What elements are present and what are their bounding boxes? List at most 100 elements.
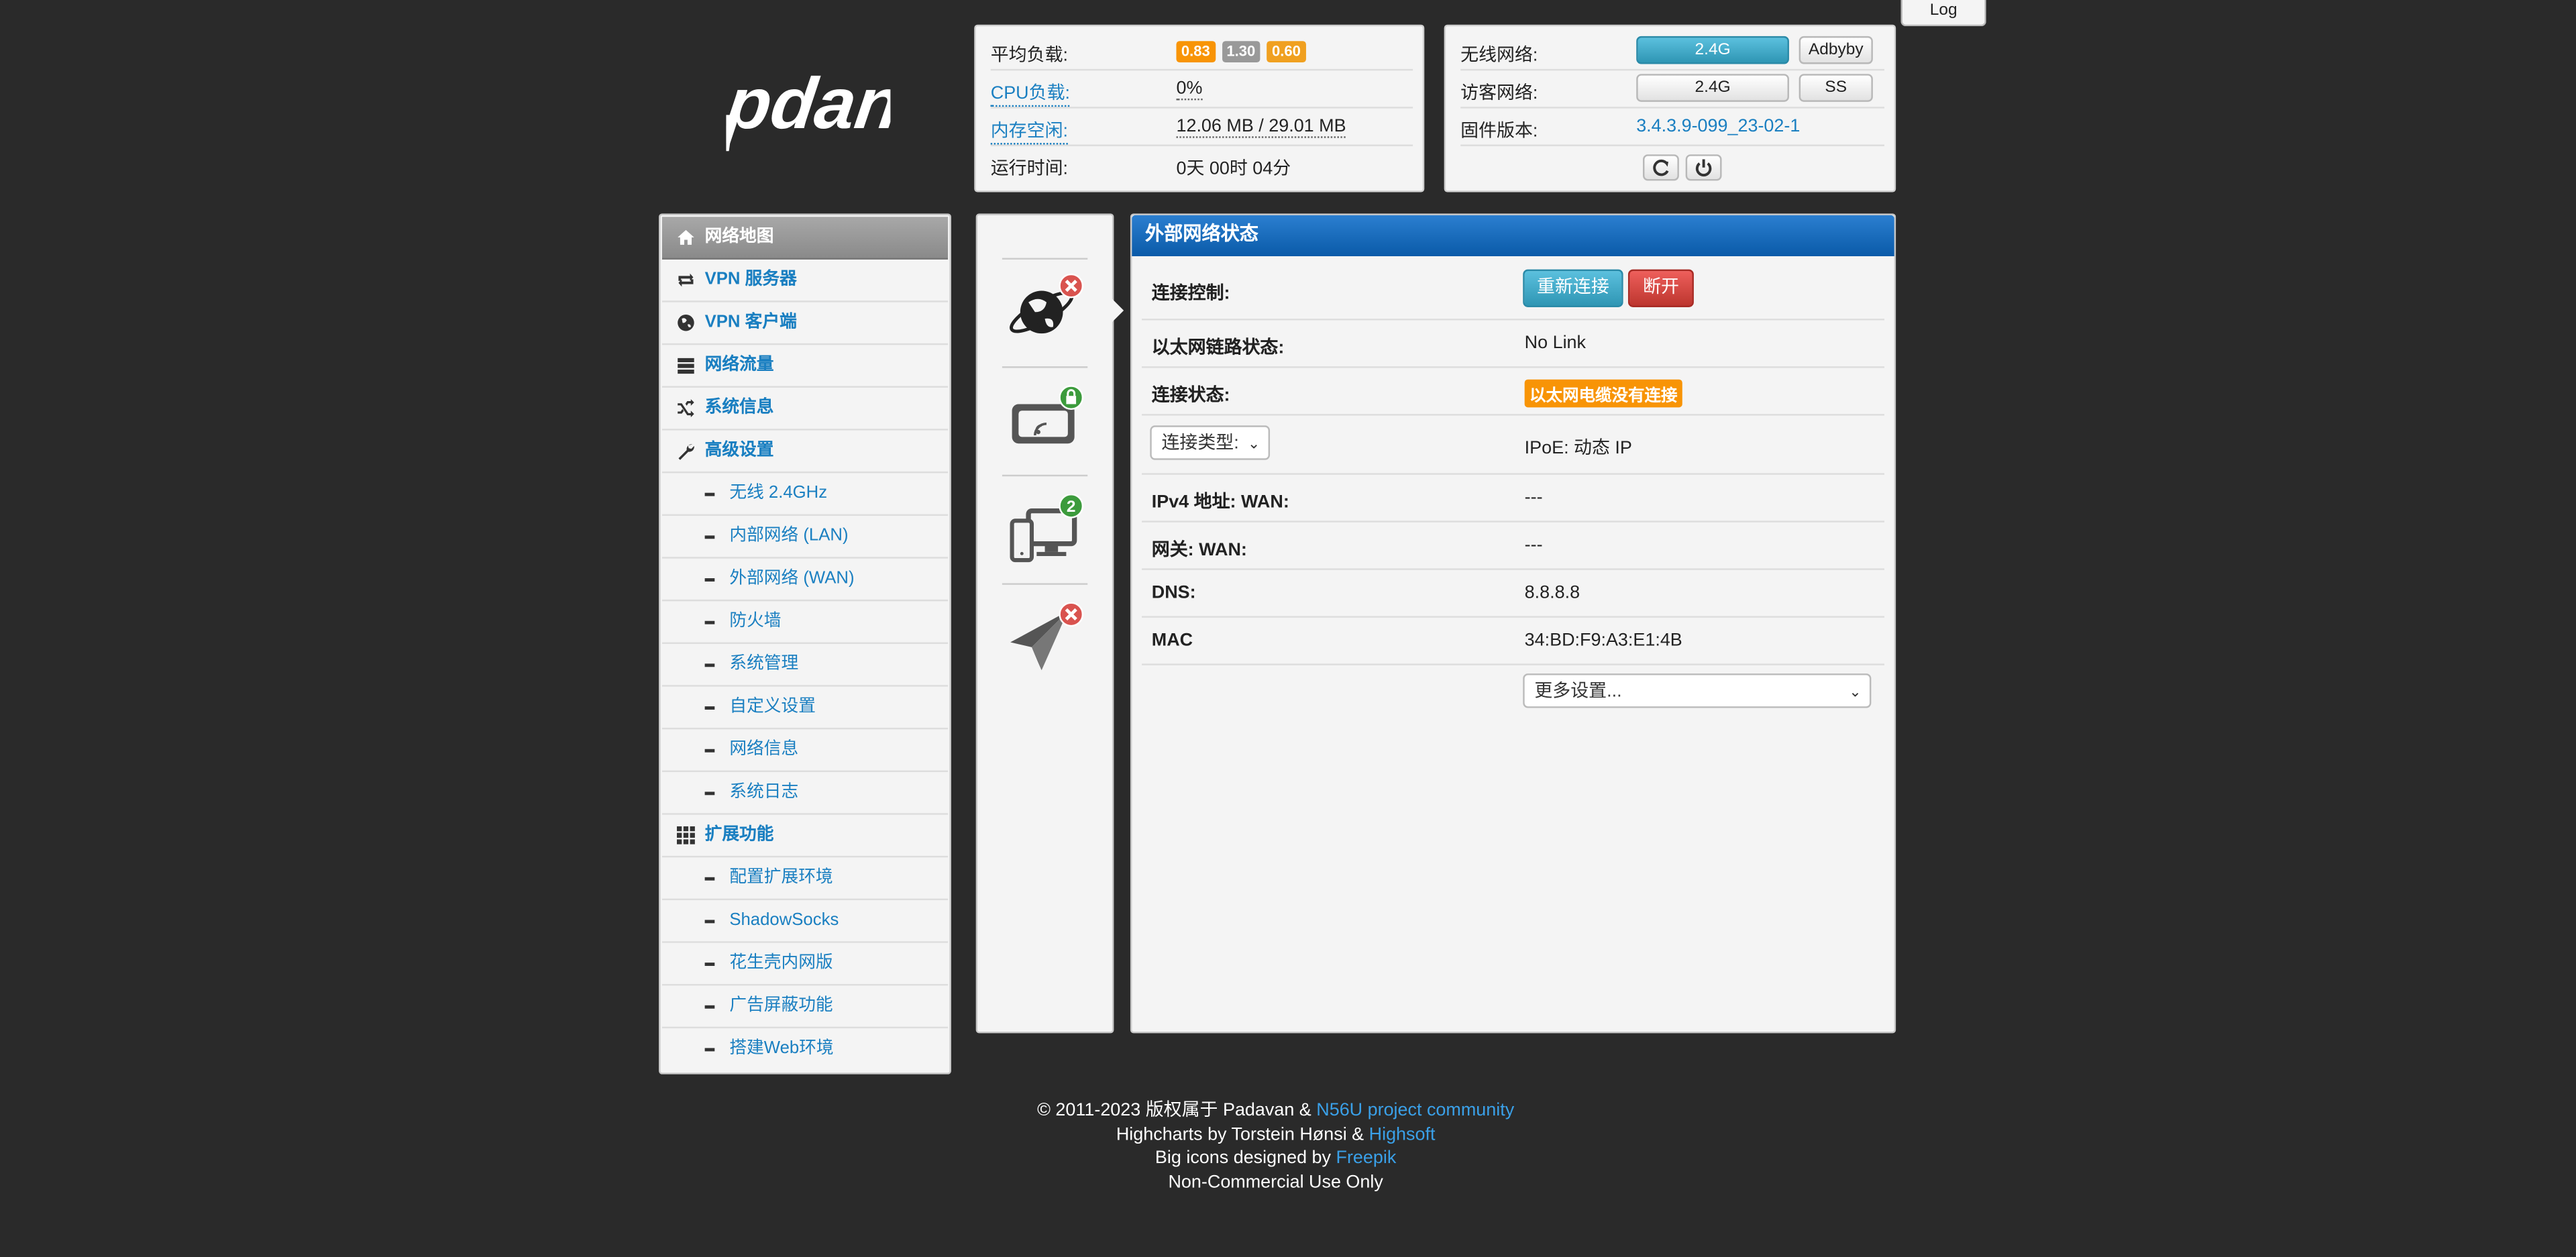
sidebar-nav: 网络地图 VPN 服务器 VPN 客户端 网络流量 系统信息 高级设置 无线 2… — [659, 213, 951, 1075]
uptime-row: 运行时间: 0天 00时 04分 — [991, 146, 1413, 182]
mac-row: MAC 34:BD:F9:A3:E1:4B — [1142, 618, 1885, 665]
error-badge-icon — [1059, 273, 1084, 298]
refresh-button[interactable] — [1643, 154, 1679, 181]
log-button[interactable]: Log — [1900, 0, 1986, 27]
memory-label[interactable]: 内存空闲: — [990, 117, 1069, 145]
dash-icon — [704, 578, 715, 582]
icons-credit-line: Big icons designed by Freepik — [659, 1147, 1892, 1171]
firmware-version-link[interactable]: 3.4.3.9-099_23-02-1 — [1636, 117, 1800, 136]
mac-value: 34:BD:F9:A3:E1:4B — [1524, 631, 1682, 651]
sidebar-subitem-label: 配置扩展环境 — [729, 867, 833, 887]
sidebar-subitem-custom[interactable]: 自定义设置 — [661, 687, 949, 730]
load-15min-badge: 0.60 — [1267, 41, 1306, 63]
sidebar-subitem-syslog[interactable]: 系统日志 — [661, 772, 949, 815]
chevron-down-icon: ⌄ — [1247, 435, 1260, 452]
guest-24g-button[interactable]: 2.4G — [1636, 74, 1789, 102]
link-value: No Link — [1524, 333, 1587, 353]
sidebar-item-vpn-client[interactable]: VPN 客户端 — [661, 303, 949, 345]
dash-icon — [704, 706, 715, 710]
sidebar-subitem-wireless[interactable]: 无线 2.4GHz — [661, 473, 949, 516]
highcharts-text: Highcharts by Torstein Hønsi & — [1116, 1124, 1369, 1145]
sidebar-subitem-label: 外部网络 (WAN) — [729, 568, 855, 588]
lock-badge-icon — [1059, 385, 1084, 411]
cpu-value[interactable]: 0% — [1176, 79, 1203, 101]
dash-icon — [704, 492, 715, 496]
divider — [1002, 258, 1088, 260]
connection-type-select[interactable]: 连接类型: ⌄ — [1150, 425, 1271, 460]
clients-status-icon[interactable]: 2 — [1006, 494, 1085, 573]
ss-button[interactable]: SS — [1799, 74, 1873, 102]
connection-type-value: IPoE: 动态 IP — [1524, 438, 1632, 459]
more-settings-select[interactable]: 更多设置... ⌄ — [1523, 673, 1872, 708]
uptime-value: 0天 00时 04分 — [1176, 159, 1291, 179]
cpu-label[interactable]: CPU负载: — [990, 79, 1070, 107]
sidebar-subitem-label: ShadowSocks — [729, 910, 839, 930]
sidebar-subitem-label: 系统管理 — [729, 653, 799, 674]
load-values: 0.83 1.30 0.60 — [1176, 41, 1307, 63]
sidebar-item-label: VPN 客户端 — [704, 312, 797, 332]
sidebar-item-label: 高级设置 — [704, 440, 774, 460]
ipv4-value: --- — [1524, 488, 1543, 508]
wan-status-panel: 外部网络状态 连接控制: 重新连接 断开 以太网链路状态: No Link 连接… — [1130, 213, 1896, 1034]
status-label: 连接状态: — [1151, 386, 1230, 406]
sidebar-subitem-firewall[interactable]: 防火墙 — [661, 601, 949, 645]
n56u-community-link[interactable]: N56U project community — [1316, 1101, 1514, 1120]
divider — [1002, 366, 1088, 368]
memory-value[interactable]: 12.06 MB / 29.01 MB — [1176, 117, 1346, 138]
router-icon — [1012, 404, 1075, 444]
highsoft-link[interactable]: Highsoft — [1369, 1125, 1436, 1144]
router-status-icon[interactable] — [1006, 384, 1085, 463]
firmware-label: 固件版本: — [1460, 121, 1538, 142]
power-button[interactable] — [1685, 154, 1722, 181]
dash-icon — [704, 663, 715, 667]
sidebar-item-advanced[interactable]: 高级设置 — [661, 431, 949, 474]
load-5min-badge: 1.30 — [1222, 41, 1260, 63]
sidebar-item-label: 扩展功能 — [704, 824, 774, 844]
sidebar-subitem-adblock[interactable]: 广告屏蔽功能 — [661, 985, 949, 1029]
link-label: 以太网链路状态: — [1151, 338, 1285, 358]
selected-pointer — [1110, 297, 1124, 324]
sidebar-subitem-wan[interactable]: 外部网络 (WAN) — [661, 559, 949, 602]
panel-title: 外部网络状态 — [1132, 215, 1894, 257]
copyright-text: © 2011-2023 版权属于 Padavan & — [1037, 1100, 1317, 1121]
retweet-icon — [678, 273, 694, 287]
dash-icon — [704, 920, 715, 924]
select-value: 更多设置... — [1534, 681, 1622, 702]
sidebar-subitem-netinfo[interactable]: 网络信息 — [661, 729, 949, 773]
sidebar-item-network-map[interactable]: 网络地图 — [661, 217, 949, 260]
wifi-24g-button[interactable]: 2.4G — [1636, 36, 1789, 64]
sidebar-item-system-info[interactable]: 系统信息 — [661, 388, 949, 431]
reconnect-button[interactable]: 重新连接 — [1523, 269, 1623, 307]
sidebar-subitem-label: 网络信息 — [729, 739, 799, 759]
sidebar-subitem-shadowsocks[interactable]: ShadowSocks — [661, 900, 949, 943]
globe-icon — [678, 314, 694, 331]
sidebar-subitem-ext-env[interactable]: 配置扩展环境 — [661, 857, 949, 901]
sidebar-subitem-web-env[interactable]: 搭建Web环境 — [662, 1028, 948, 1069]
sidebar-subitem-admin[interactable]: 系统管理 — [661, 644, 949, 687]
memory-row: 内存空闲: 12.06 MB / 29.01 MB — [990, 109, 1413, 146]
dash-icon — [704, 877, 715, 881]
guest-row: 访客网络: 2.4G SS — [1460, 70, 1885, 109]
sidebar-subitem-label: 广告屏蔽功能 — [729, 995, 833, 1016]
sidebar-subitem-label: 系统日志 — [729, 781, 799, 802]
freepik-link[interactable]: Freepik — [1336, 1149, 1396, 1168]
sidebar-subitem-oray[interactable]: 花生壳内网版 — [661, 943, 949, 986]
internet-status-icon[interactable] — [1006, 273, 1085, 352]
sidebar-item-traffic[interactable]: 网络流量 — [661, 345, 949, 388]
sidebar-item-label: VPN 服务器 — [704, 269, 797, 290]
adbyby-button[interactable]: Adbyby — [1799, 36, 1873, 64]
sidebar-item-vpn-server[interactable]: VPN 服务器 — [661, 260, 949, 303]
usb-status-icon[interactable] — [1006, 601, 1085, 680]
guest-label: 访客网络: — [1460, 83, 1538, 104]
gateway-value: --- — [1524, 535, 1543, 555]
connection-status-row: 连接状态: 以太网电缆没有连接 — [1142, 368, 1885, 416]
dns-row: DNS: 8.8.8.8 — [1142, 570, 1885, 618]
chevron-down-icon: ⌄ — [1849, 683, 1862, 700]
sidebar-subitem-lan[interactable]: 内部网络 (LAN) — [661, 516, 949, 559]
select-value: 连接类型: — [1161, 433, 1239, 453]
dns-label: DNS: — [1151, 583, 1196, 603]
sidebar-item-extensions[interactable]: 扩展功能 — [661, 815, 949, 858]
disconnect-button[interactable]: 断开 — [1627, 269, 1694, 307]
uptime-label: 运行时间: — [990, 159, 1069, 179]
control-label: 连接控制: — [1151, 284, 1230, 305]
